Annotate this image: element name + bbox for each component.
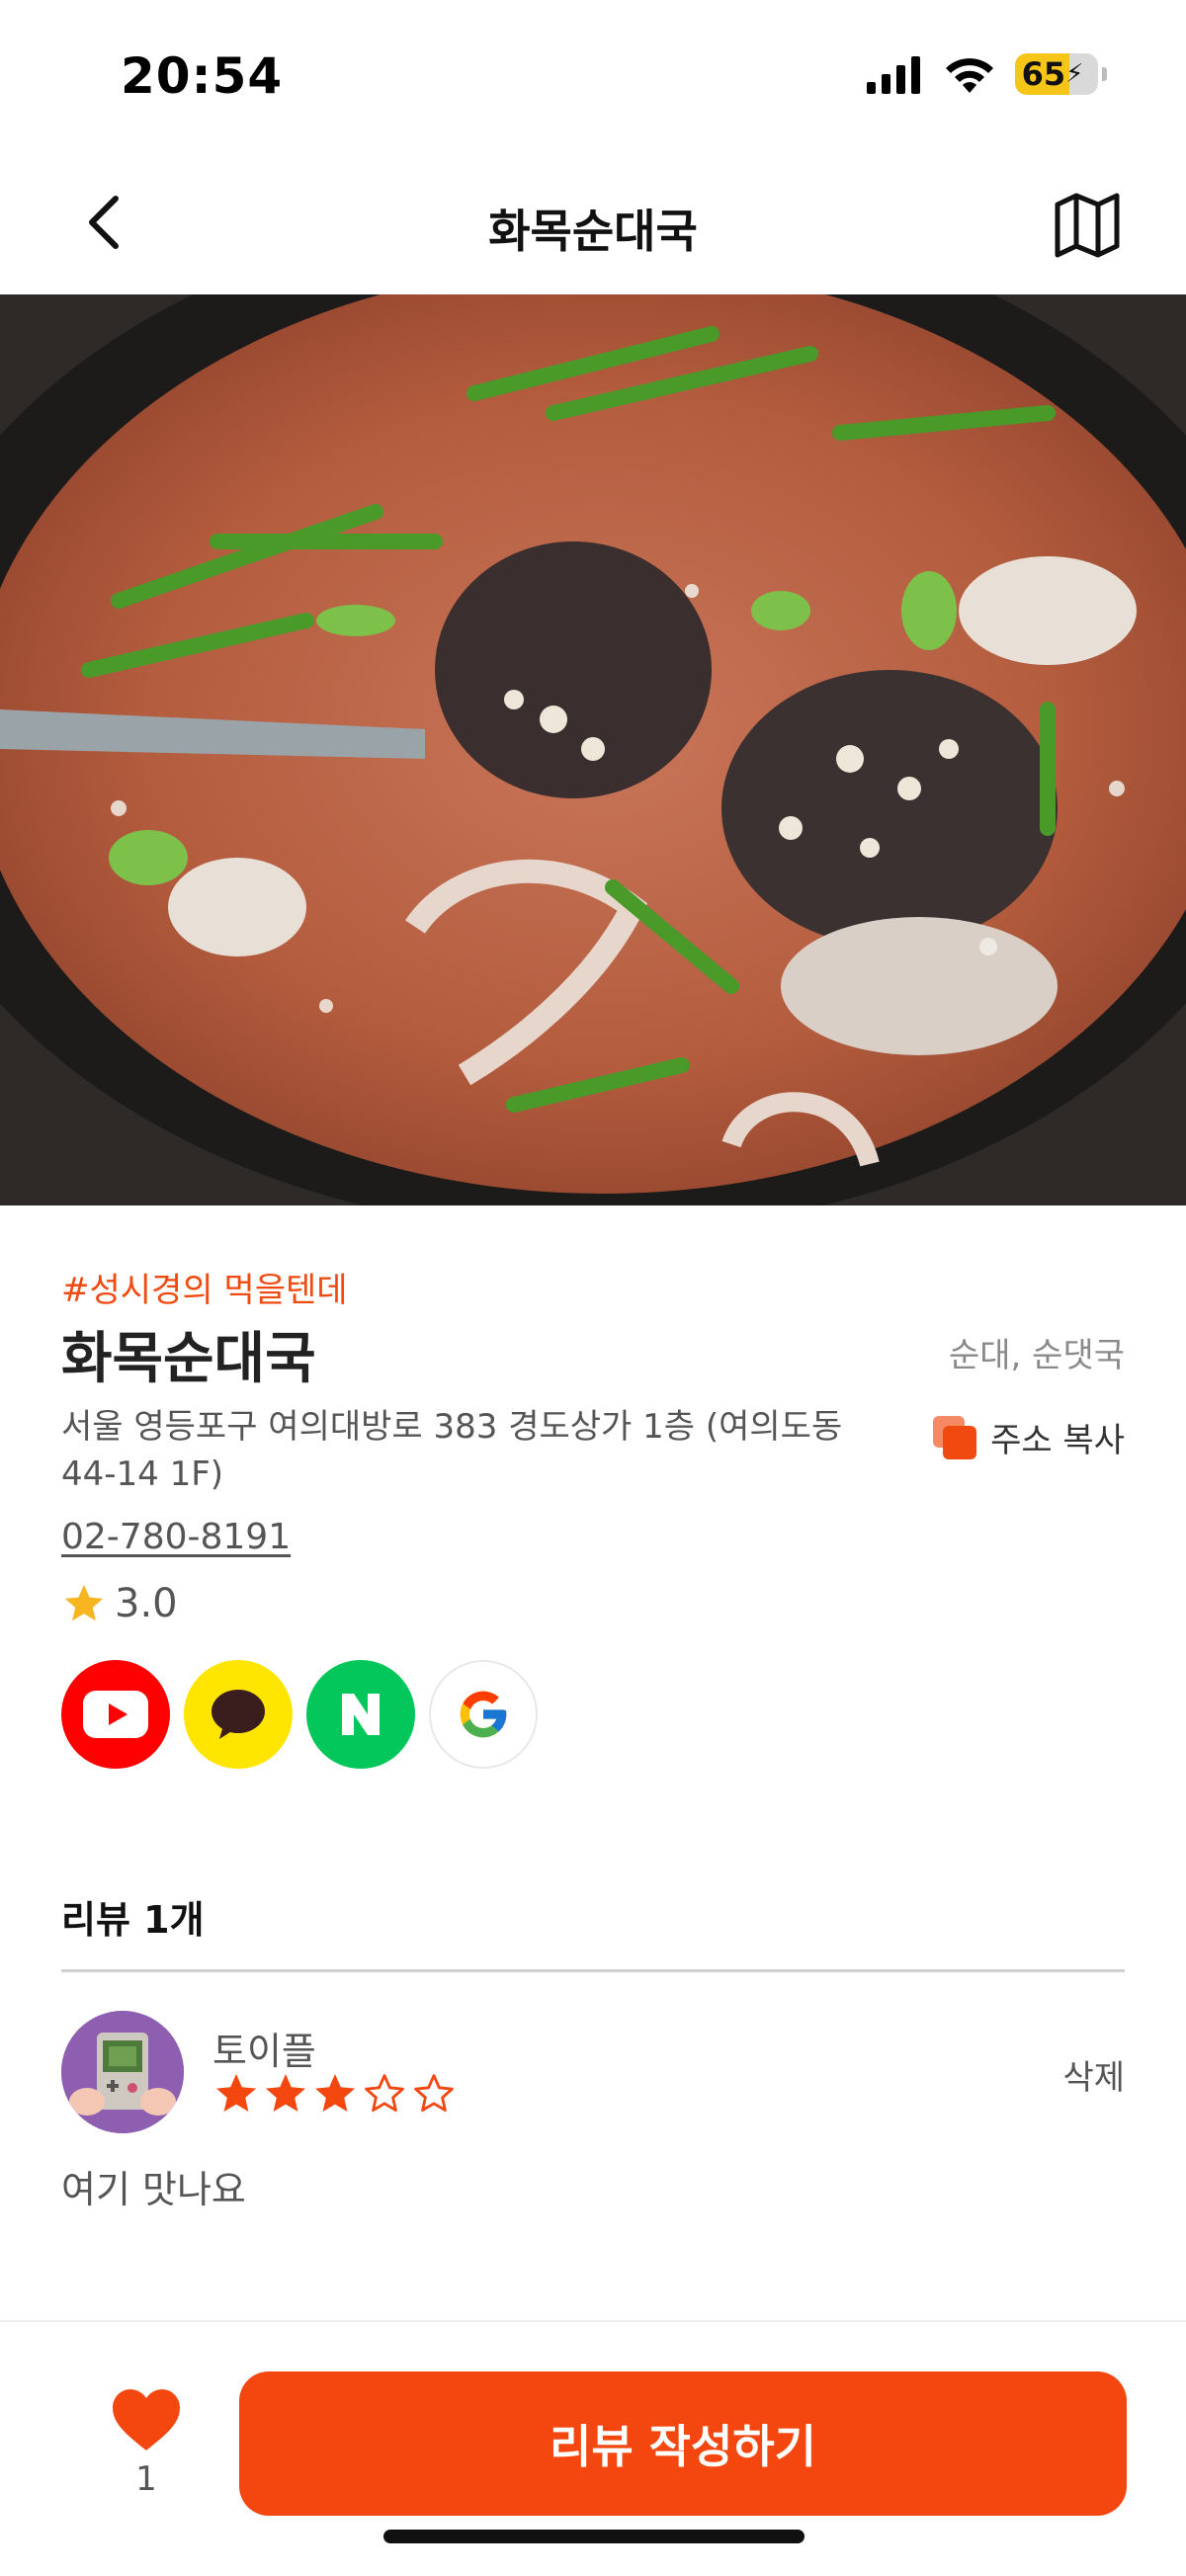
restaurant-name: 화목순대국 (61, 1327, 316, 1391)
wifi-icon (946, 58, 993, 93)
soup-image (0, 294, 1186, 1205)
star-filled-icon (315, 2074, 355, 2112)
star-filled-icon (216, 2074, 256, 2112)
home-indicator (383, 2530, 805, 2543)
like-count: 1 (135, 2459, 157, 2499)
like-button[interactable]: 1 (109, 2386, 184, 2499)
star-empty-icon (365, 2074, 404, 2112)
map-icon (1055, 193, 1120, 258)
kakao-link-button[interactable] (184, 1660, 293, 1769)
phone-link[interactable]: 02-780-8191 (61, 1517, 291, 1557)
page-title: 화목순대국 (488, 205, 698, 258)
game-console-avatar-icon (61, 2011, 184, 2133)
back-button[interactable] (69, 188, 138, 257)
battery-percent: 65 (1021, 55, 1066, 93)
review-stars (212, 2070, 458, 2118)
review-author: 토이플 (212, 2030, 316, 2073)
copy-address-button[interactable]: 주소 복사 (933, 1413, 1125, 1461)
youtube-icon (83, 1691, 148, 1738)
star-icon (64, 1584, 104, 1621)
delete-review-button[interactable]: 삭제 (1062, 2050, 1125, 2099)
copy-address-label: 주소 복사 (990, 1421, 1125, 1460)
restaurant-address: 서울 영등포구 여의대방로 383 경도상가 1층 (여의도동 44-14 1F… (61, 1407, 843, 1494)
naver-icon (342, 1694, 380, 1735)
naver-link-button[interactable] (306, 1660, 415, 1769)
restaurant-category: 순대, 순댓국 (948, 1336, 1125, 1375)
hashtag: #성시경의 먹을텐데 (61, 1271, 348, 1310)
youtube-link-button[interactable] (61, 1660, 170, 1769)
bottom-divider (0, 2320, 1186, 2322)
reviews-title: 리뷰 1개 (61, 1898, 205, 1942)
google-link-button[interactable] (429, 1660, 538, 1769)
rating-value: 3.0 (115, 1581, 178, 1626)
chevron-left-icon (89, 196, 119, 249)
star-filled-icon (266, 2074, 305, 2112)
status-bar: 20:54 65 ⚡ (0, 0, 1186, 148)
rating: 3.0 (61, 1581, 178, 1626)
heart-icon (113, 2389, 180, 2451)
star-empty-icon (414, 2074, 454, 2112)
divider (61, 1969, 1125, 1972)
battery-charging-icon: 65 ⚡ (1015, 53, 1098, 95)
status-time: 20:54 (121, 47, 284, 105)
kakao-chat-icon (212, 1690, 265, 1739)
map-button[interactable] (1050, 188, 1125, 263)
signal-icon (867, 56, 920, 94)
write-review-button[interactable]: 리뷰 작성하기 (239, 2371, 1127, 2516)
google-icon (460, 1691, 507, 1738)
status-icons: 65 ⚡ (865, 53, 1107, 95)
copy-icon (933, 1415, 977, 1459)
avatar (61, 2011, 184, 2133)
external-links (61, 1660, 538, 1769)
nav-bar: 화목순대국 (0, 158, 1186, 291)
review-text: 여기 맛나요 (61, 2168, 246, 2211)
restaurant-photo (0, 294, 1186, 1205)
